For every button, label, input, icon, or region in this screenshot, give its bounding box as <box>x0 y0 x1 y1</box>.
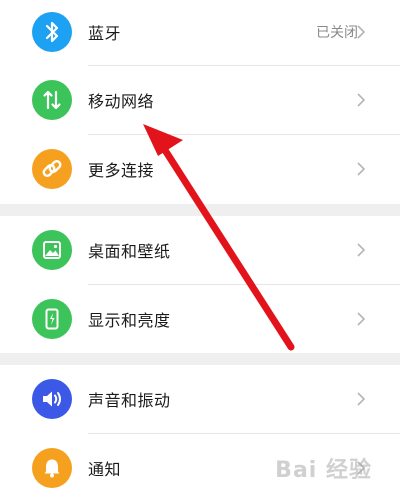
volume-icon <box>32 379 72 419</box>
bluetooth-status: 已关闭 <box>316 25 358 41</box>
bluetooth-icon <box>32 12 72 52</box>
mobile-data-icon <box>32 80 72 120</box>
watermark: Bai 经验 <box>275 458 372 483</box>
settings-item-display-brightness[interactable]: 显示和亮度 <box>0 285 400 353</box>
settings-item-label: 声音和振动 <box>88 391 171 410</box>
settings-item-label: 蓝牙 <box>88 24 122 43</box>
section-separator <box>0 204 400 216</box>
wallpaper-icon <box>32 230 72 270</box>
chevron-right-icon <box>357 162 366 176</box>
display-brightness-icon <box>32 299 72 339</box>
bell-icon <box>32 448 72 488</box>
section-separator <box>0 353 400 365</box>
chevron-right-icon <box>357 93 366 107</box>
settings-item-bluetooth[interactable]: 蓝牙 已关闭 <box>0 0 400 64</box>
settings-item-label: 显示和亮度 <box>88 311 171 330</box>
settings-item-label: 通知 <box>88 460 122 479</box>
settings-item-desktop-wallpaper[interactable]: 桌面和壁纸 <box>0 216 400 284</box>
settings-item-more-connections[interactable]: 更多连接 <box>0 135 400 203</box>
settings-item-mobile-network[interactable]: 移动网络 <box>0 66 400 134</box>
chevron-right-icon <box>357 25 366 39</box>
chevron-right-icon <box>357 392 366 406</box>
chevron-right-icon <box>357 243 366 257</box>
settings-item-sound-vibration[interactable]: 声音和振动 <box>0 365 400 433</box>
settings-item-label: 移动网络 <box>88 92 155 111</box>
settings-item-label: 更多连接 <box>88 161 155 180</box>
chevron-right-icon <box>357 312 366 326</box>
settings-item-label: 桌面和壁纸 <box>88 242 171 261</box>
link-icon <box>32 149 72 189</box>
